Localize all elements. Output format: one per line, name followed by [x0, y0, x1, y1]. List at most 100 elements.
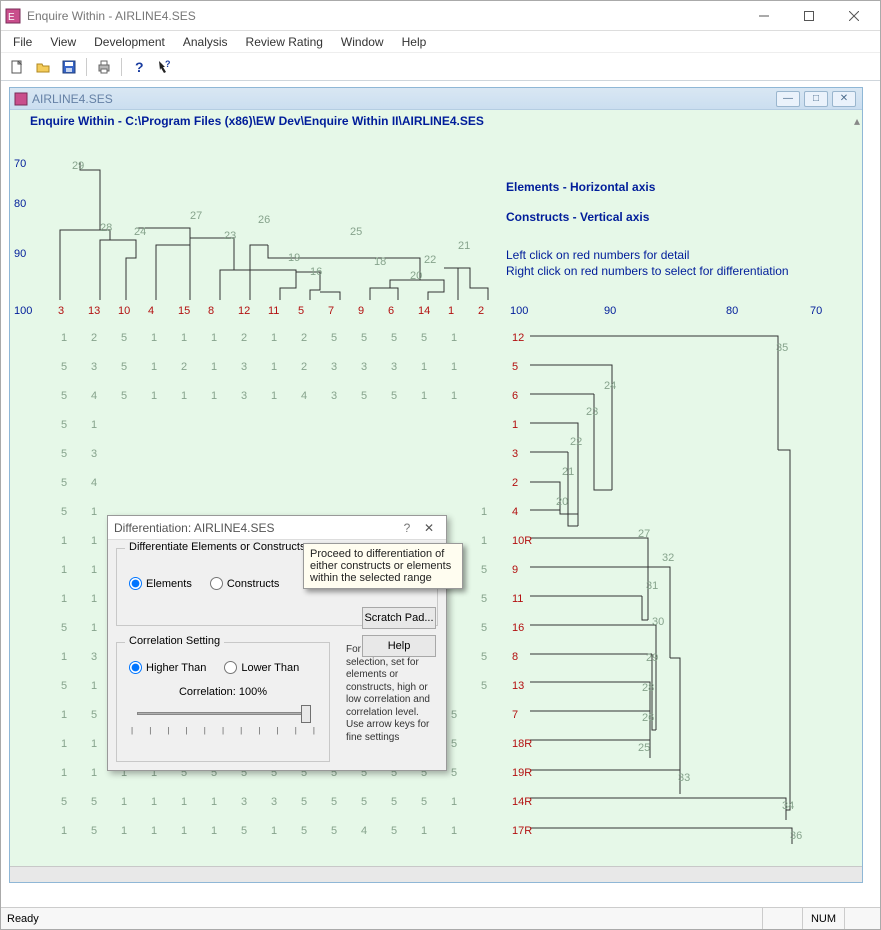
mdi-minimize-button[interactable]: —: [776, 91, 800, 107]
right-axis-label: 70: [810, 305, 822, 317]
mdi-maximize-button[interactable]: □: [804, 91, 828, 107]
radio-higher[interactable]: Higher Than: [129, 661, 206, 674]
element-number[interactable]: 12: [238, 305, 250, 317]
horizontal-scrollbar[interactable]: [10, 866, 862, 882]
status-ready: Ready: [7, 913, 39, 925]
save-button[interactable]: [57, 56, 81, 78]
radio-constructs[interactable]: Constructs: [210, 577, 280, 590]
legend-elements: Elements - Horizontal axis: [506, 180, 655, 194]
scroll-up-arrow[interactable]: ▴: [854, 114, 860, 128]
construct-number[interactable]: 7: [512, 709, 518, 721]
legend-constructs: Constructs - Vertical axis: [506, 210, 649, 224]
construct-number[interactable]: 6: [512, 390, 518, 402]
menu-review-rating[interactable]: Review Rating: [238, 33, 331, 51]
element-number[interactable]: 7: [328, 305, 334, 317]
grid-cell: 1: [56, 535, 72, 547]
new-button[interactable]: [5, 56, 29, 78]
open-button[interactable]: [31, 56, 55, 78]
grid-cell: 2: [86, 332, 102, 344]
dendro-node-label: 31: [646, 580, 658, 592]
menu-file[interactable]: File: [5, 33, 40, 51]
scratch-pad-button[interactable]: Scratch Pad...: [362, 607, 436, 629]
element-number[interactable]: 6: [388, 305, 394, 317]
construct-number[interactable]: 1: [512, 419, 518, 431]
element-number[interactable]: 15: [178, 305, 190, 317]
grid-cell: 5: [326, 825, 342, 837]
construct-number[interactable]: 19R: [512, 767, 532, 779]
maximize-button[interactable]: [786, 2, 831, 30]
construct-number[interactable]: 13: [512, 680, 524, 692]
menu-window[interactable]: Window: [333, 33, 392, 51]
grid-cell: 1: [86, 680, 102, 692]
context-help-button[interactable]: ?: [153, 56, 177, 78]
element-number[interactable]: 5: [298, 305, 304, 317]
help-icon-button[interactable]: ?: [127, 56, 151, 78]
element-number[interactable]: 8: [208, 305, 214, 317]
construct-number[interactable]: 5: [512, 361, 518, 373]
dendro-node-label: 22: [424, 254, 436, 266]
element-number[interactable]: 13: [88, 305, 100, 317]
menu-analysis[interactable]: Analysis: [175, 33, 236, 51]
element-number[interactable]: 10: [118, 305, 130, 317]
toolbar-separator: [121, 58, 122, 76]
grid-cell: 1: [86, 419, 102, 431]
radio-elements[interactable]: Elements: [129, 577, 192, 590]
element-number[interactable]: 14: [418, 305, 430, 317]
correlation-slider[interactable]: [133, 704, 313, 724]
svg-text:E: E: [8, 12, 15, 23]
construct-number[interactable]: 12: [512, 332, 524, 344]
correlation-value-label: Correlation: 100%: [125, 682, 321, 702]
grid-cell: 1: [86, 738, 102, 750]
element-number[interactable]: 9: [358, 305, 364, 317]
grid-cell: 3: [86, 448, 102, 460]
grid-cell: 5: [386, 332, 402, 344]
menu-development[interactable]: Development: [86, 33, 173, 51]
construct-number[interactable]: 4: [512, 506, 518, 518]
grid-cell: 1: [116, 796, 132, 808]
construct-number[interactable]: 9: [512, 564, 518, 576]
dialog-help-button[interactable]: ?: [396, 521, 418, 535]
dendro-node-label: 34: [782, 800, 794, 812]
grid-cell: 1: [476, 506, 492, 518]
construct-number[interactable]: 18R: [512, 738, 532, 750]
menu-view[interactable]: View: [42, 33, 84, 51]
radio-lower[interactable]: Lower Than: [224, 661, 299, 674]
grid-cell: 1: [206, 796, 222, 808]
print-button[interactable]: [92, 56, 116, 78]
minimize-button[interactable]: [741, 2, 786, 30]
dendro-node-label: 22: [570, 436, 582, 448]
grid-cell: 5: [386, 796, 402, 808]
element-number[interactable]: 1: [448, 305, 454, 317]
element-number[interactable]: 3: [58, 305, 64, 317]
yaxis-100: 100: [14, 305, 32, 317]
yaxis-90: 90: [14, 248, 26, 260]
grid-cell: 1: [146, 361, 162, 373]
menu-help[interactable]: Help: [394, 33, 435, 51]
construct-number[interactable]: 11: [512, 593, 523, 605]
dialog-title: Differentiation: AIRLINE4.SES: [114, 521, 396, 535]
construct-number[interactable]: 3: [512, 448, 518, 460]
dendro-node-label: 21: [562, 466, 574, 478]
close-button[interactable]: [831, 2, 876, 30]
tooltip: Proceed to differentiation of either con…: [303, 543, 463, 589]
construct-number[interactable]: 2: [512, 477, 518, 489]
construct-number[interactable]: 17R: [512, 825, 532, 837]
dialog-close-button[interactable]: ✕: [418, 521, 440, 535]
svg-text:?: ?: [135, 59, 144, 75]
element-number[interactable]: 11: [268, 305, 279, 317]
construct-number[interactable]: 16: [512, 622, 524, 634]
grid-cell: 3: [236, 361, 252, 373]
construct-number[interactable]: 8: [512, 651, 518, 663]
dendro-node-label: 25: [638, 742, 650, 754]
mdi-close-button[interactable]: ✕: [832, 91, 856, 107]
element-number[interactable]: 2: [478, 305, 484, 317]
construct-number[interactable]: 10R: [512, 535, 532, 547]
grid-cell: 5: [356, 390, 372, 402]
element-number[interactable]: 4: [148, 305, 154, 317]
help-button[interactable]: Help: [362, 635, 436, 657]
construct-number[interactable]: 14R: [512, 796, 532, 808]
grid-cell: 5: [56, 448, 72, 460]
grid-cell: 1: [86, 767, 102, 779]
dialog-titlebar[interactable]: Differentiation: AIRLINE4.SES ? ✕: [108, 516, 446, 540]
grid-cell: 1: [56, 651, 72, 663]
